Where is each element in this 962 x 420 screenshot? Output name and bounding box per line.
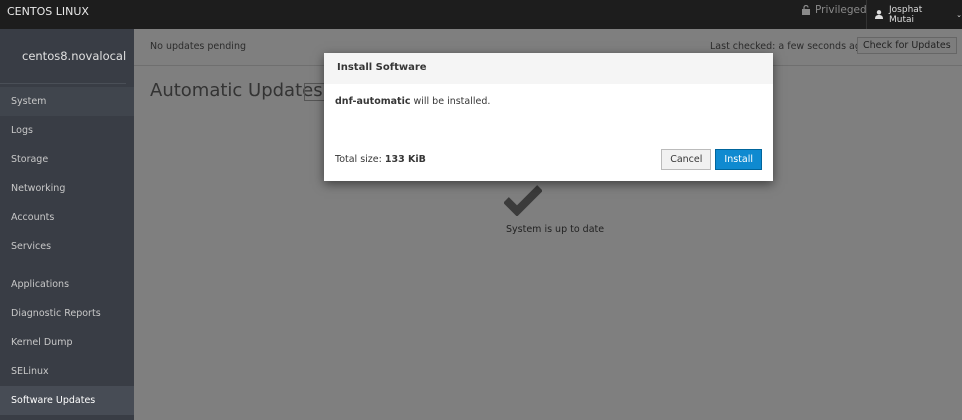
last-checked: Last checked: a few seconds ago (710, 41, 867, 52)
sidebar-item-kernel-dump[interactable]: Kernel Dump (0, 328, 134, 357)
total-size-label: Total size: (335, 154, 385, 165)
sidebar-item-system[interactable]: System (0, 87, 134, 116)
automatic-updates-toggle[interactable] (304, 83, 326, 101)
chevron-down-icon: ⌄ (956, 10, 962, 19)
sidebar-item-logs[interactable]: Logs (0, 116, 134, 145)
top-bar: CENTOS LINUX Privileged Josphat Mutai ⌄ (0, 0, 962, 29)
privileged-indicator[interactable]: Privileged (802, 4, 867, 16)
install-software-dialog: Install Software dnf-automatic will be i… (324, 53, 773, 181)
cancel-button[interactable]: Cancel (661, 149, 712, 170)
checkmark-icon (504, 185, 542, 216)
automatic-updates-heading: Automatic Updates (150, 80, 323, 101)
host-item[interactable]: centos8.novalocal (0, 29, 126, 84)
user-icon (875, 10, 883, 19)
sidebar-nav: System Logs Storage Networking Accounts … (0, 87, 134, 415)
total-size: Total size: 133 KiB (335, 154, 426, 165)
sidebar-item-accounts[interactable]: Accounts (0, 203, 134, 232)
sidebar-item-networking[interactable]: Networking (0, 174, 134, 203)
body-text: will be installed. (410, 96, 491, 107)
brand: CENTOS LINUX (7, 5, 89, 18)
user-name: Josphat Mutai (889, 4, 923, 25)
host-name: centos8.novalocal (22, 49, 127, 63)
dialog-title: Install Software (324, 53, 773, 84)
privileged-label: Privileged (815, 4, 867, 16)
package-name: dnf-automatic (335, 96, 411, 107)
install-button[interactable]: Install (715, 149, 762, 170)
sidebar-item-diagnostic-reports[interactable]: Diagnostic Reports (0, 299, 134, 328)
check-for-updates-button[interactable]: Check for Updates (857, 37, 957, 54)
up-to-date-text: System is up to date (506, 224, 605, 235)
sidebar: centos8.novalocal System Logs Storage Ne… (0, 29, 134, 420)
sidebar-item-services[interactable]: Services (0, 232, 134, 261)
dialog-footer: Total size: 133 KiB Cancel Install (335, 149, 762, 170)
user-menu[interactable]: Josphat Mutai ⌄ (866, 0, 962, 29)
dialog-body: dnf-automatic will be installed. (324, 84, 773, 119)
update-status: No updates pending (150, 41, 246, 52)
sidebar-item-applications[interactable]: Applications (0, 270, 134, 299)
unlock-icon (802, 5, 810, 15)
sidebar-item-software-updates[interactable]: Software Updates (0, 386, 134, 415)
sidebar-item-selinux[interactable]: SELinux (0, 357, 134, 386)
sidebar-item-storage[interactable]: Storage (0, 145, 134, 174)
total-size-value: 133 KiB (384, 154, 426, 165)
